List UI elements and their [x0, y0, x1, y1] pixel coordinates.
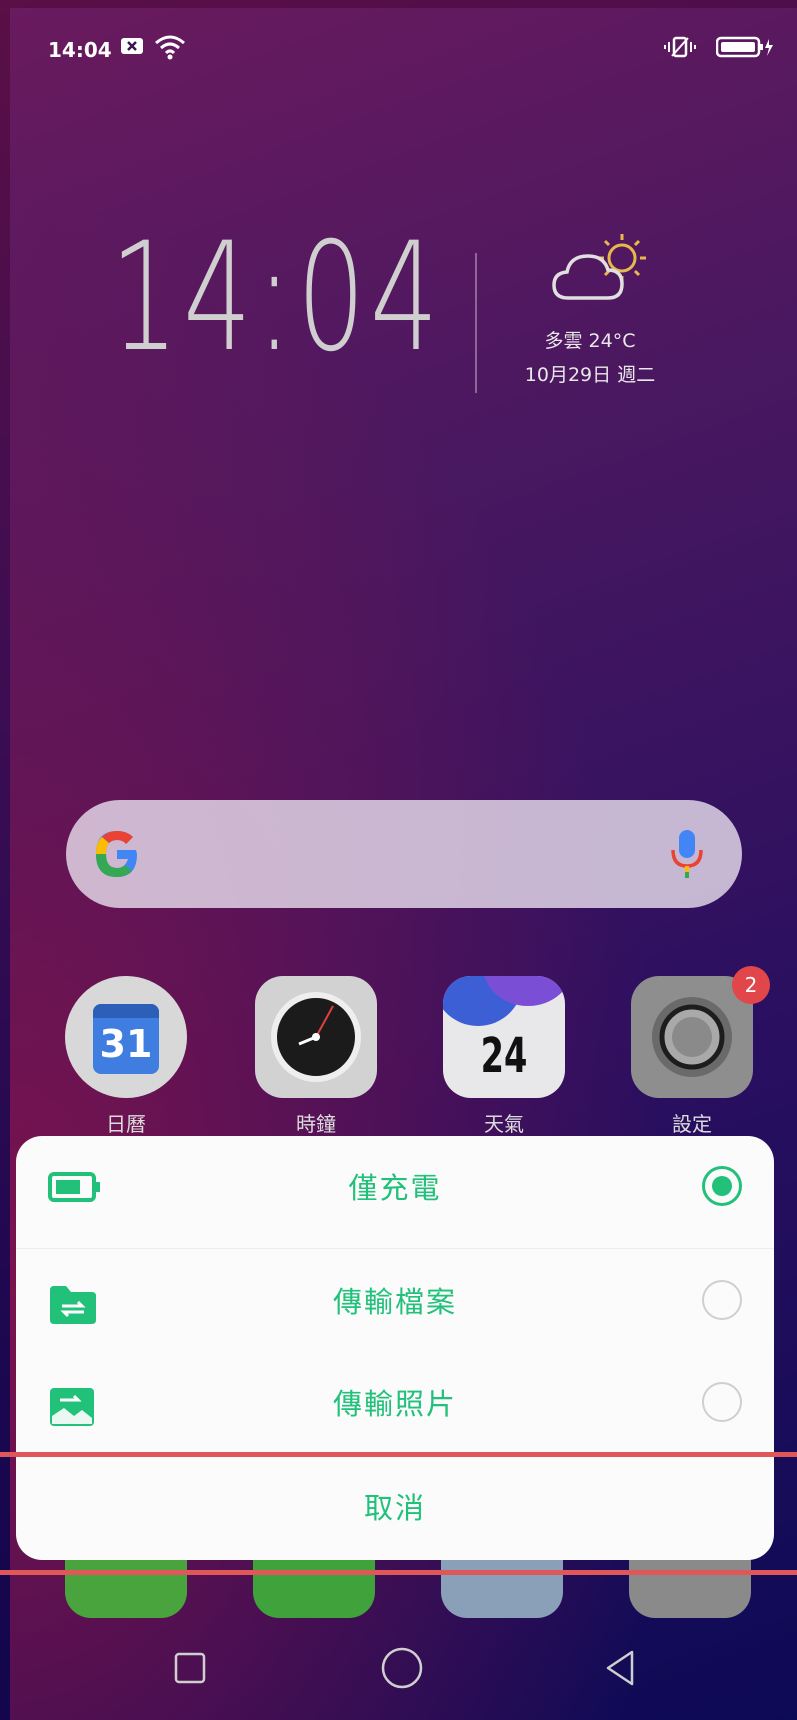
battery-charging-icon [715, 36, 774, 62]
usb-options-sheet: 僅充電 傳輸檔案 傳輸照片 取消 [16, 1136, 774, 1560]
notification-badge: 2 [732, 966, 770, 1004]
app-label: 設定 [672, 1112, 712, 1136]
back-icon[interactable] [600, 1648, 640, 1688]
wifi-icon [154, 34, 186, 64]
app-calendar[interactable]: 31 日曆 [56, 976, 196, 1137]
google-search-bar[interactable] [66, 800, 742, 908]
calendar-icon: 31 [65, 976, 187, 1098]
radio-unselected[interactable] [702, 1382, 742, 1422]
recents-icon[interactable] [170, 1648, 210, 1688]
highlight-line-top [0, 1452, 797, 1457]
weather-summary[interactable]: 多雲 24°C [490, 326, 690, 353]
google-logo-icon[interactable] [92, 828, 142, 884]
partly-cloudy-icon[interactable] [550, 228, 660, 314]
radio-selected[interactable] [702, 1166, 742, 1206]
option-label: 僅充電 [348, 1171, 442, 1205]
option-transfer-photos[interactable]: 傳輸照片 [16, 1352, 774, 1456]
weather-icon: 24 [443, 976, 565, 1098]
close-box-icon [120, 36, 144, 60]
clock-time[interactable]: 14:04 [110, 208, 439, 388]
vibrate-icon [664, 36, 696, 62]
clock-icon [255, 976, 377, 1098]
home-icon[interactable] [380, 1646, 424, 1690]
app-label: 日曆 [106, 1112, 146, 1136]
cancel-button[interactable]: 取消 [16, 1456, 774, 1560]
status-time: 14:04 [48, 38, 112, 62]
app-label: 天氣 [484, 1112, 524, 1136]
app-settings[interactable]: 2 設定 [622, 966, 770, 1137]
option-charge-only[interactable]: 僅充電 [16, 1136, 774, 1240]
divider [16, 1248, 774, 1249]
calendar-day: 31 [99, 1022, 153, 1066]
app-clock[interactable]: 時鐘 [246, 976, 386, 1137]
app-label: 時鐘 [296, 1112, 336, 1136]
option-label: 傳輸檔案 [332, 1285, 457, 1319]
radio-unselected[interactable] [702, 1280, 742, 1320]
app-weather[interactable]: 24 天氣 [434, 976, 574, 1137]
weather-temp: 24 [480, 1028, 528, 1084]
option-label: 傳輸照片 [332, 1387, 457, 1421]
highlight-line-bottom [0, 1570, 797, 1575]
status-bar: 14:04 [10, 8, 797, 88]
option-transfer-files[interactable]: 傳輸檔案 [16, 1250, 774, 1354]
mic-icon[interactable] [670, 828, 704, 884]
date-text[interactable]: 10月29日 週二 [475, 360, 705, 387]
